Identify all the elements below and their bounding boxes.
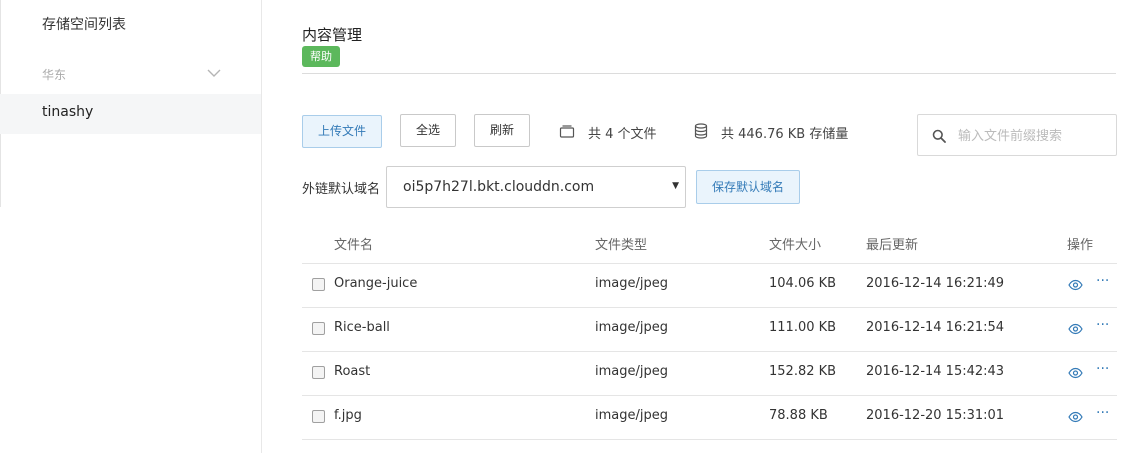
file-type: image/jpeg (595, 408, 668, 423)
file-updated: 2016-12-14 15:42:43 (866, 364, 1005, 379)
file-type: image/jpeg (595, 364, 668, 379)
column-header-size: 文件大小 (769, 238, 822, 253)
title-divider (302, 73, 1116, 74)
database-icon (694, 123, 708, 139)
table-divider (302, 439, 1117, 440)
refresh-button[interactable]: 刷新 (474, 114, 530, 147)
table-row: f.jpg image/jpeg 78.88 KB 2016-12-20 15:… (302, 395, 1117, 439)
column-header-name: 文件名 (334, 238, 374, 253)
eye-icon[interactable] (1068, 367, 1083, 379)
search-box (917, 114, 1117, 156)
file-size: 111.00 KB (769, 320, 837, 335)
region-group-toggle[interactable]: 华东 (0, 54, 261, 94)
sidebar-item-bucket[interactable]: tinashy (0, 94, 261, 134)
region-label: 华东 (42, 68, 67, 82)
eye-icon[interactable] (1068, 323, 1083, 335)
chevron-down-icon (207, 69, 221, 77)
domain-label: 外链默认域名 (302, 182, 381, 197)
file-updated: 2016-12-20 15:31:01 (866, 408, 1005, 423)
file-count: 共 4 个文件 (588, 127, 657, 142)
domain-select[interactable]: oi5p7h27l.bkt.clouddn.com ▼ (386, 166, 686, 208)
column-header-type: 文件类型 (595, 238, 648, 253)
file-size: 78.88 KB (769, 408, 828, 423)
row-checkbox[interactable] (312, 278, 325, 291)
help-badge[interactable]: 帮助 (302, 46, 340, 67)
row-checkbox[interactable] (312, 366, 325, 379)
sidebar-title: 存储空间列表 (42, 17, 126, 33)
storage-total: 共 446.76 KB 存储量 (721, 127, 849, 142)
sidebar-item-label: tinashy (42, 104, 94, 120)
file-updated: 2016-12-14 16:21:49 (866, 276, 1005, 291)
file-updated: 2016-12-14 16:21:54 (866, 320, 1005, 335)
search-input[interactable] (958, 125, 1108, 147)
file-name: Roast (334, 364, 371, 379)
table-row: Roast image/jpeg 152.82 KB 2016-12-14 15… (302, 351, 1117, 395)
file-name: Rice-ball (334, 320, 390, 335)
table-row: Orange-juice image/jpeg 104.06 KB 2016-1… (302, 263, 1117, 307)
sidebar: 存储空间列表 华东 tinashy (0, 0, 262, 453)
file-size: 104.06 KB (769, 276, 837, 291)
domain-select-value: oi5p7h27l.bkt.clouddn.com (403, 179, 595, 195)
file-type: image/jpeg (595, 320, 668, 335)
caret-down-icon: ▼ (672, 181, 679, 191)
file-size: 152.82 KB (769, 364, 837, 379)
eye-icon[interactable] (1068, 279, 1083, 291)
page-title: 内容管理 (302, 26, 363, 44)
select-all-button[interactable]: 全选 (400, 114, 456, 147)
row-checkbox[interactable] (312, 410, 325, 423)
file-name: Orange-juice (334, 276, 418, 291)
row-checkbox[interactable] (312, 322, 325, 335)
more-actions-icon[interactable]: ··· (1096, 405, 1109, 421)
search-icon (932, 129, 946, 143)
more-actions-icon[interactable]: ··· (1096, 273, 1109, 289)
more-actions-icon[interactable]: ··· (1096, 361, 1109, 377)
column-header-updated: 最后更新 (866, 238, 919, 253)
files-icon (559, 125, 575, 138)
table-row: Rice-ball image/jpeg 111.00 KB 2016-12-1… (302, 307, 1117, 351)
upload-button[interactable]: 上传文件 (302, 115, 382, 148)
file-type: image/jpeg (595, 276, 668, 291)
eye-icon[interactable] (1068, 411, 1083, 423)
column-header-actions: 操作 (1067, 238, 1094, 253)
file-name: f.jpg (334, 408, 362, 423)
more-actions-icon[interactable]: ··· (1096, 317, 1109, 333)
save-default-domain-button[interactable]: 保存默认域名 (696, 170, 800, 204)
